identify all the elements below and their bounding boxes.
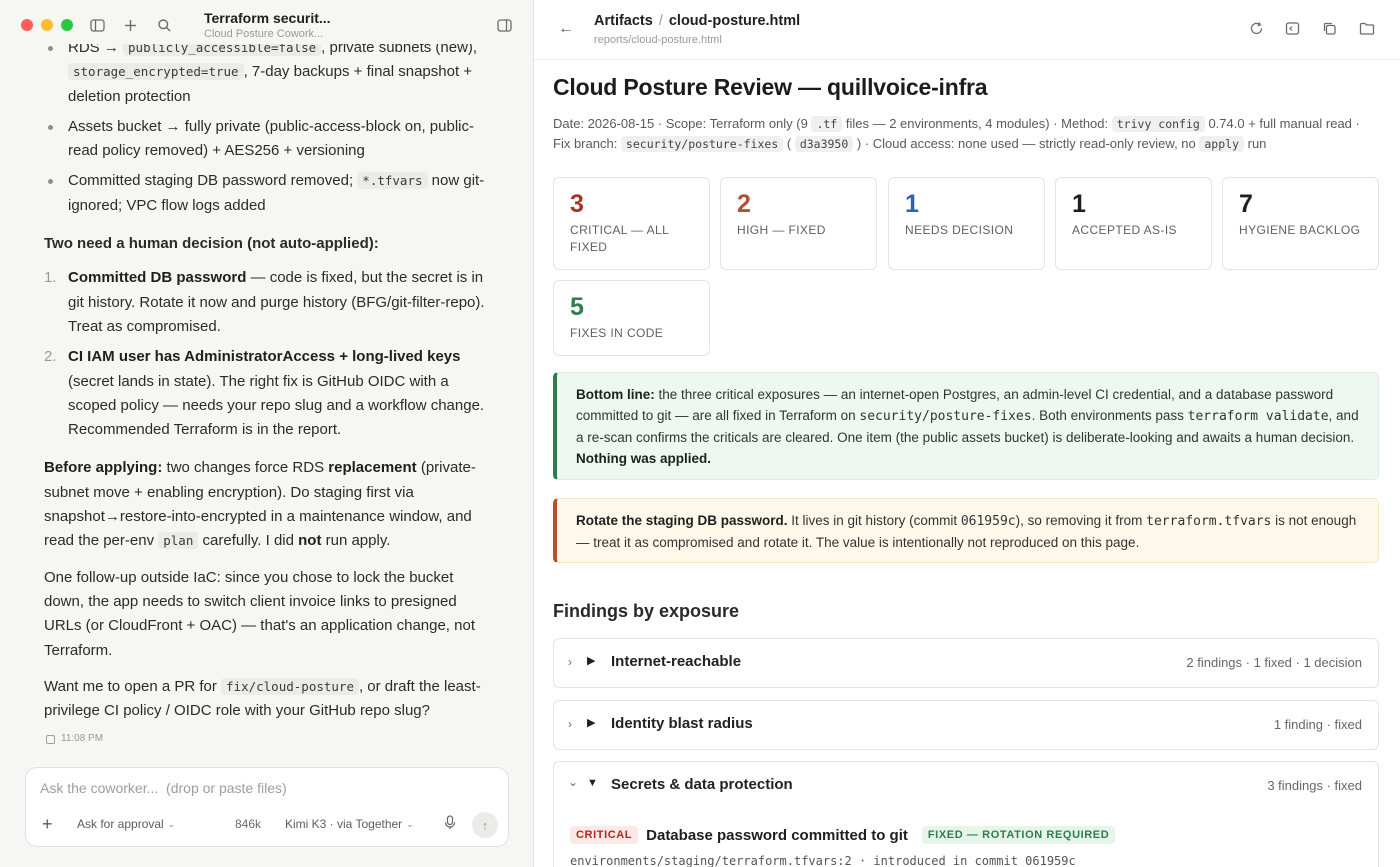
zoom-window-button[interactable]: [61, 19, 73, 31]
report-title: Cloud Posture Review — quillvoice-infra: [553, 74, 988, 100]
rotate-password-callout: Rotate the staging DB password. It lives…: [553, 498, 1379, 563]
finding-detail-header: CRITICAL Database password committed to …: [570, 826, 1370, 844]
stat-value: 2: [737, 190, 751, 218]
refresh-icon[interactable]: [1249, 21, 1265, 37]
chevron-down-icon: ⌄: [406, 818, 414, 829]
finding-group-name: Internet-reachable: [611, 653, 742, 670]
copy-icon[interactable]: [1322, 21, 1338, 37]
bottom-line-callout: Bottom line: the three critical exposure…: [553, 372, 1379, 480]
artifact-pane: ← Artifacts / cloud-posture.html reports/c…: [534, 0, 1400, 867]
chat-subtitle: Cloud Posture Cowork...: [204, 28, 324, 40]
artifact-header: ← Artifacts / cloud-posture.html reports/c…: [534, 0, 1400, 60]
finding-group-name: Identity blast radius: [611, 715, 753, 732]
composer: + Ask for approval ⌄ 846k Kimi K3 · via …: [25, 767, 509, 847]
stat-card-needs-decision: 1 Needs decision: [888, 177, 1045, 270]
before-applying-paragraph: Before applying: two changes force RDS r…: [44, 459, 476, 550]
stat-card-fixes: 5 Fixes in code: [553, 280, 710, 356]
back-arrow-icon[interactable]: ←: [558, 20, 574, 38]
stat-value: 5: [570, 293, 584, 321]
minimize-window-button[interactable]: [41, 19, 53, 31]
approval-mode-select[interactable]: Ask for approval ⌄: [77, 817, 175, 831]
list-item: 1. Committed DB password — code is fixed,…: [44, 269, 485, 335]
sidebar-toggle-icon[interactable]: [90, 18, 106, 34]
window-titlebar: Terraform securit... Cloud Posture Cowor…: [0, 0, 533, 44]
finding-title: Database password committed to git: [646, 826, 908, 844]
findings-heading: Findings by exposure: [553, 601, 740, 621]
arrow-up-icon: ↑: [481, 817, 489, 833]
chat-title: Terraform securit...: [204, 10, 331, 26]
close-window-button[interactable]: [21, 19, 33, 31]
finding-group-name: Secrets & data protection: [611, 776, 793, 793]
stat-label: High — fixed: [737, 223, 826, 237]
fix-list: RDS → publicly_accessible=false, private…: [0, 38, 533, 218]
stat-label: Critical — all fixed: [570, 223, 669, 254]
finding-group-summary: 2 findings · 1 fixed · 1 decision: [1186, 655, 1362, 670]
stat-value: 1: [905, 190, 919, 218]
panel-toggle-icon[interactable]: [497, 18, 513, 34]
microphone-icon[interactable]: [444, 815, 456, 830]
stat-card-hygiene: 7 Hygiene backlog: [1222, 177, 1379, 270]
inline-code: *.tfvars: [357, 172, 428, 190]
inline-code: fix/cloud-posture: [221, 677, 359, 695]
report-meta: Date: 2026-08-15 · Scope: Terraform only…: [553, 116, 1360, 152]
stat-label: Hygiene backlog: [1239, 223, 1361, 237]
message-timestamp: 11:08 PM: [61, 733, 104, 745]
source-view-icon[interactable]: [1285, 21, 1301, 37]
inline-code: storage_encrypted=true: [68, 63, 244, 81]
search-icon[interactable]: [157, 18, 173, 34]
new-chat-icon[interactable]: [123, 18, 139, 34]
artifact-path: reports/cloud-posture.html: [594, 34, 722, 46]
breadcrumb-root[interactable]: Artifacts: [594, 13, 653, 29]
breadcrumb: Artifacts / cloud-posture.html: [594, 13, 801, 29]
chevron-right-icon: ›: [568, 717, 572, 731]
stat-card-critical: 3 Critical — all fixed: [553, 177, 710, 270]
stat-label: Fixes in code: [570, 326, 664, 340]
finding-group-identity[interactable]: › ▶ Identity blast radius 1 finding · fi…: [553, 700, 1379, 750]
stat-card-high: 2 High — fixed: [720, 177, 877, 270]
finding-group-internet-reachable[interactable]: › ▶ Internet-reachable 2 findings · 1 fi…: [553, 638, 1379, 688]
stat-card-accepted: 1 Accepted as-is: [1055, 177, 1212, 270]
message-meta: 11:08 PM: [0, 727, 533, 748]
attach-button[interactable]: +: [42, 814, 53, 835]
chat-pane: RDS → publicly_accessible=false, private…: [0, 0, 534, 867]
breadcrumb-file: cloud-posture.html: [668, 13, 801, 29]
finding-location: environments/staging/terraform.tfvars:2 …: [570, 854, 1076, 867]
severity-badge: CRITICAL: [570, 826, 639, 844]
copy-icon[interactable]: [46, 735, 55, 745]
folder-icon[interactable]: [1359, 21, 1375, 37]
decision-heading: Two need a human decision (not auto-appl…: [44, 235, 379, 253]
finding-group-summary: 3 findings · fixed: [1267, 778, 1362, 793]
model-select[interactable]: Kimi K3 · via Together ⌄: [285, 817, 414, 831]
question-paragraph: Want me to open a PR for fix/cloud-postu…: [44, 677, 481, 720]
decision-list: 1. Committed DB password — code is fixed,…: [0, 266, 533, 442]
disclosure-triangle-icon: ▶: [587, 717, 596, 729]
stat-label: Accepted as-is: [1072, 223, 1177, 237]
inline-code: plan: [158, 532, 199, 550]
chevron-down-icon: ⌄: [568, 775, 579, 789]
disclosure-triangle-icon: ▼: [587, 777, 598, 789]
list-item: Committed staging DB password removed; *…: [0, 169, 533, 218]
chevron-right-icon: ›: [568, 655, 572, 669]
followup-paragraph: One follow-up outside IaC: since you cho…: [44, 568, 475, 659]
list-item: RDS → publicly_accessible=false, private…: [0, 38, 533, 109]
disclosure-triangle-icon: ▶: [587, 655, 596, 667]
send-button[interactable]: ↑: [472, 812, 498, 838]
list-item: Assets bucket → fully private (public-ac…: [0, 115, 533, 164]
stat-value: 3: [570, 190, 584, 218]
finding-group-summary: 1 finding · fixed: [1273, 717, 1362, 732]
stat-value: 1: [1072, 190, 1086, 218]
token-count: 846k: [235, 817, 262, 831]
chevron-down-icon: ⌄: [167, 818, 176, 829]
list-item: 2. CI IAM user has AdministratorAccess + …: [44, 348, 485, 439]
status-badge: FIXED — ROTATION REQUIRED: [921, 826, 1116, 844]
message-input[interactable]: [40, 780, 490, 796]
chat-transcript[interactable]: RDS → publicly_accessible=false, private…: [0, 38, 533, 748]
stat-value: 7: [1239, 190, 1253, 218]
finding-group-secrets[interactable]: ⌄ ▼ Secrets & data protection 3 findings…: [553, 761, 1379, 867]
stat-label: Needs decision: [905, 223, 1014, 237]
